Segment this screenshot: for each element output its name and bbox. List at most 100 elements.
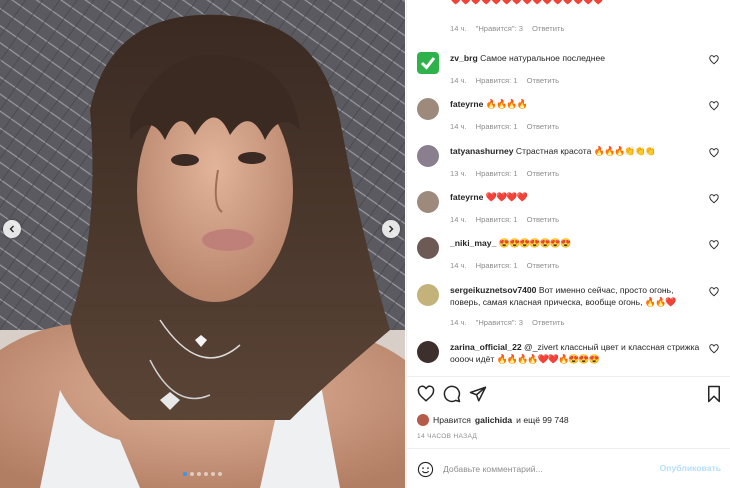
comment-like-heart-icon[interactable] <box>709 148 719 158</box>
comment-meta: 14 ч. "Нравится": 3 Ответить <box>450 24 573 33</box>
comment-likes[interactable]: Нравится: 1 <box>476 76 518 85</box>
comment-likes[interactable]: "Нравится": 3 <box>476 318 523 327</box>
comment-likes[interactable]: Нравится: 1 <box>476 215 518 224</box>
smile-icon[interactable] <box>417 461 434 478</box>
comment-avatar[interactable] <box>417 237 439 259</box>
comment-emoji: 😍😍😍😍😍😍😍 <box>498 238 571 248</box>
comment-item: tatyanashurney Страстная красота 🔥🔥🔥👏👏👏 1… <box>417 145 727 185</box>
comment-icon[interactable] <box>443 385 461 403</box>
comment-item: _niki_may_ 😍😍😍😍😍😍😍 14 ч. Нравится: 1 Ответи… <box>417 237 727 277</box>
comment-item: zarina_official_22 @_zivert классный цве… <box>417 341 727 376</box>
reply-button[interactable]: Ответить <box>527 122 559 131</box>
post-timestamp[interactable]: 14 ЧАСОВ НАЗАД <box>417 433 477 440</box>
carousel-dot <box>218 472 222 476</box>
comment-username[interactable]: fateyrne <box>450 99 483 109</box>
comment-item: fateyrne ❤️❤️❤️❤️ 14 ч. Нравится: 1 Ответит… <box>417 191 727 231</box>
chevron-right-icon <box>389 225 394 233</box>
comment-avatar[interactable] <box>417 52 439 74</box>
carousel-dot <box>183 472 187 476</box>
comment-like-heart-icon[interactable] <box>709 240 719 250</box>
comment-time[interactable]: 14 ч. <box>450 76 467 85</box>
comment-meta: 14 ч. "Нравится": 3 Ответить <box>450 318 573 327</box>
previous-slide-button[interactable] <box>3 220 21 238</box>
likes-prefix: Нравится <box>433 415 471 425</box>
comment-time[interactable]: 14 ч. <box>450 24 467 33</box>
comment-meta: 13 ч. Нравится: 1 Ответить <box>450 169 568 178</box>
next-slide-button[interactable] <box>382 220 400 238</box>
comment-avatar[interactable] <box>417 98 439 120</box>
comment-emoji: ❤️❤️❤️❤️❤️❤️❤️❤️❤️❤️❤️❤️❤️❤️❤️ <box>450 0 604 5</box>
comment-username[interactable]: sergeikuznetsov7400 <box>450 285 536 295</box>
post-photo <box>0 0 405 488</box>
bookmark-icon[interactable] <box>705 385 723 403</box>
comment-avatar[interactable] <box>417 191 439 213</box>
comment-text: tatyanashurney Страстная красота 🔥🔥🔥👏👏👏 <box>450 145 705 157</box>
reply-button[interactable]: Ответить <box>532 318 564 327</box>
comment-emoji: 🔥🔥🔥🔥 <box>485 99 528 109</box>
comment-meta: 14 ч. Нравится: 1 Ответить <box>450 261 568 270</box>
share-icon[interactable] <box>469 385 487 403</box>
comment-item: zv_brg Самое натуральное последнее 14 ч.… <box>417 52 727 92</box>
comment-item: ❤️❤️❤️❤️❤️❤️❤️❤️❤️❤️❤️❤️❤️❤️❤️ 14 ч. "Нрав… <box>417 0 727 34</box>
comment-username[interactable]: tatyanashurney <box>450 146 514 156</box>
publish-button[interactable]: Опубликовать <box>660 463 721 473</box>
comment-username[interactable]: fateyrne <box>450 192 483 202</box>
comment-avatar[interactable] <box>417 145 439 167</box>
comment-like-heart-icon[interactable] <box>709 344 719 354</box>
comment-username[interactable]: zv_brg <box>450 53 478 63</box>
heart-icon[interactable] <box>417 385 435 403</box>
add-comment-bar: Опубликовать <box>407 448 730 488</box>
likes-summary[interactable]: Нравится galichida и ещё 99 748 <box>417 414 569 426</box>
comment-meta: 14 ч. Нравится: 1 Ответить <box>450 122 568 131</box>
reply-button[interactable]: Ответить <box>527 261 559 270</box>
comment-input[interactable] <box>443 462 653 476</box>
comment-likes[interactable]: Нравится: 1 <box>476 169 518 178</box>
reply-button[interactable]: Ответить <box>527 76 559 85</box>
comment-body: Самое натуральное последнее <box>480 53 605 63</box>
comment-text: ❤️❤️❤️❤️❤️❤️❤️❤️❤️❤️❤️❤️❤️❤️❤️ <box>450 0 705 6</box>
comment-meta: 14 ч. Нравится: 1 Ответить <box>450 215 568 224</box>
comment-username[interactable]: zarina_official_22 <box>450 342 522 352</box>
comment-likes[interactable]: "Нравится": 3 <box>476 24 523 33</box>
reply-button[interactable]: Ответить <box>532 24 564 33</box>
post-details-panel: ❤️❤️❤️❤️❤️❤️❤️❤️❤️❤️❤️❤️❤️❤️❤️ 14 ч. "Нрав… <box>406 0 730 488</box>
comment-emoji: 🔥🔥❤️ <box>644 297 677 307</box>
comment-username[interactable]: _niki_may_ <box>450 238 496 248</box>
comment-emoji: ❤️❤️❤️❤️ <box>485 192 528 202</box>
comment-text: _niki_may_ 😍😍😍😍😍😍😍 <box>450 237 705 249</box>
comment-time[interactable]: 14 ч. <box>450 261 467 270</box>
comment-text: zarina_official_22 @_zivert классный цве… <box>450 341 705 365</box>
comment-emoji: 🔥🔥🔥🔥❤️❤️🔥😍😍😍 <box>496 354 600 364</box>
comment-time[interactable]: 14 ч. <box>450 122 467 131</box>
reply-button[interactable]: Ответить <box>527 169 559 178</box>
comment-text: zv_brg Самое натуральное последнее <box>450 52 705 64</box>
chevron-left-icon <box>9 225 14 233</box>
verified-check-icon <box>420 57 436 70</box>
comment-time[interactable]: 14 ч. <box>450 318 467 327</box>
comment-like-heart-icon[interactable] <box>709 287 719 297</box>
comment-like-heart-icon[interactable] <box>709 194 719 204</box>
comment-likes[interactable]: Нравится: 1 <box>476 122 518 131</box>
carousel-dot <box>211 472 215 476</box>
carousel-dot <box>204 472 208 476</box>
comment-avatar[interactable] <box>417 341 439 363</box>
likes-count[interactable]: и ещё 99 748 <box>516 415 569 425</box>
post-actions-bar: Нравится galichida и ещё 99 748 14 ЧАСОВ… <box>407 376 730 448</box>
comments-list: ❤️❤️❤️❤️❤️❤️❤️❤️❤️❤️❤️❤️❤️❤️❤️ 14 ч. "Нрав… <box>407 0 730 376</box>
comment-like-heart-icon[interactable] <box>709 55 719 65</box>
comment-text: fateyrne 🔥🔥🔥🔥 <box>450 98 705 110</box>
carousel-indicator <box>0 472 405 476</box>
reply-button[interactable]: Ответить <box>527 215 559 224</box>
comment-avatar[interactable] <box>417 284 439 306</box>
comment-time[interactable]: 13 ч. <box>450 169 467 178</box>
comment-time[interactable]: 14 ч. <box>450 215 467 224</box>
comment-body: Страстная красота <box>515 146 592 156</box>
carousel-dot <box>190 472 194 476</box>
comment-text: sergeikuznetsov7400 Вот именно сейчас, п… <box>450 284 705 308</box>
comment-likes[interactable]: Нравится: 1 <box>476 261 518 270</box>
comment-like-heart-icon[interactable] <box>709 101 719 111</box>
liker-avatar <box>417 414 429 426</box>
comment-meta: 14 ч. Нравится: 1 Ответить <box>450 76 568 85</box>
comment-text: fateyrne ❤️❤️❤️❤️ <box>450 191 705 203</box>
liker-username[interactable]: galichida <box>475 415 512 425</box>
